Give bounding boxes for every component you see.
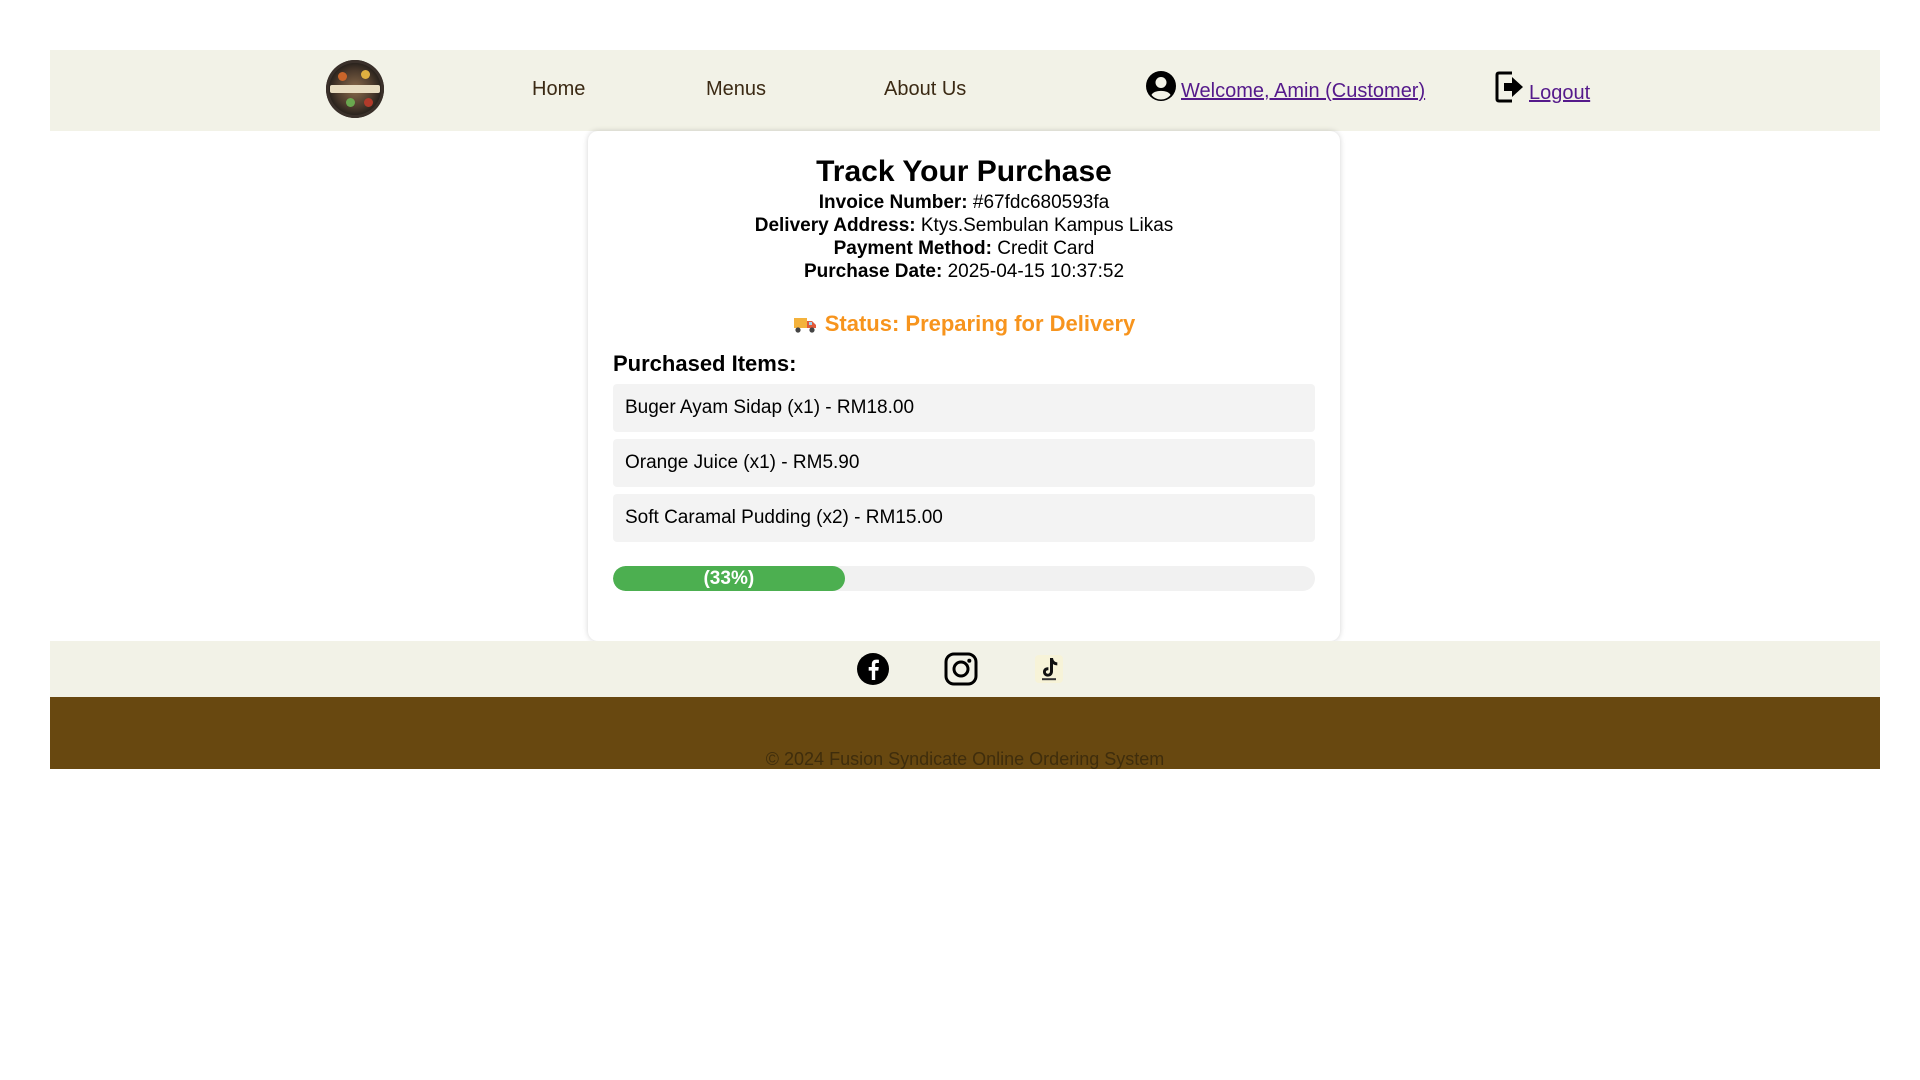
- purchased-items-list: Buger Ayam Sidap (x1) - RM18.00 Orange J…: [613, 384, 1315, 549]
- logout-label: Logout: [1529, 82, 1591, 104]
- purchase-card: Track Your Purchase Invoice Number: #67f…: [588, 131, 1340, 641]
- facebook-icon[interactable]: [856, 652, 890, 686]
- logout-link[interactable]: Logout: [1495, 70, 1590, 104]
- delivery-progress-bar: (33%): [613, 566, 1315, 591]
- footer-copyright: © 2024 Fusion Syndicate Online Ordering …: [765, 749, 1165, 769]
- date-value: 2025-04-15 10:37:52: [947, 261, 1125, 282]
- social-links-bar: [50, 641, 1880, 697]
- purchased-items-heading: Purchased Items:: [613, 351, 797, 376]
- delivery-truck-icon: [793, 318, 816, 333]
- page: Home Menus About Us Welcome, Amin (Custo…: [0, 0, 1920, 1080]
- date-line: Purchase Date: 2025-04-15 10:37:52: [588, 260, 1340, 283]
- list-item: Orange Juice (x1) - RM5.90: [613, 439, 1315, 487]
- payment-line: Payment Method: Credit Card: [588, 237, 1340, 260]
- list-item: Buger Ayam Sidap (x1) - RM18.00: [613, 384, 1315, 432]
- invoice-line: Invoice Number: #67fdc680593fa: [588, 191, 1340, 214]
- delivery-progress-fill: (33%): [613, 566, 845, 591]
- page-title: Track Your Purchase: [816, 155, 1112, 188]
- address-line: Delivery Address: Ktys.Sembulan Kampus L…: [588, 214, 1340, 237]
- payment-label: Payment Method:: [833, 238, 992, 259]
- welcome-user-link[interactable]: Welcome, Amin (Customer): [1145, 70, 1425, 102]
- invoice-value: #67fdc680593fa: [972, 192, 1110, 213]
- address-label: Delivery Address:: [754, 215, 916, 236]
- nav-about-link[interactable]: About Us: [884, 78, 966, 101]
- nav-home-link[interactable]: Home: [532, 78, 585, 101]
- restaurant-logo-icon[interactable]: [326, 60, 384, 118]
- welcome-user-label: Welcome, Amin (Customer): [1181, 80, 1426, 102]
- order-status: Status: Preparing for Delivery: [588, 311, 1340, 337]
- navbar: Home Menus About Us Welcome, Amin (Custo…: [50, 50, 1880, 131]
- invoice-label: Invoice Number:: [818, 192, 968, 213]
- date-label: Purchase Date:: [803, 261, 943, 282]
- list-item: Soft Caramal Pudding (x2) - RM15.00: [613, 494, 1315, 542]
- payment-value: Credit Card: [997, 238, 1095, 259]
- logout-icon: [1495, 71, 1523, 103]
- instagram-icon[interactable]: [944, 652, 978, 686]
- nav-menus-link[interactable]: Menus: [706, 78, 766, 101]
- address-value: Ktys.Sembulan Kampus Likas: [920, 215, 1174, 236]
- tiktok-icon[interactable]: [1032, 652, 1066, 686]
- user-circle-icon: [1146, 71, 1176, 101]
- footer: © 2024 Fusion Syndicate Online Ordering …: [50, 697, 1880, 769]
- order-status-text: Status: Preparing for Delivery: [824, 311, 1136, 336]
